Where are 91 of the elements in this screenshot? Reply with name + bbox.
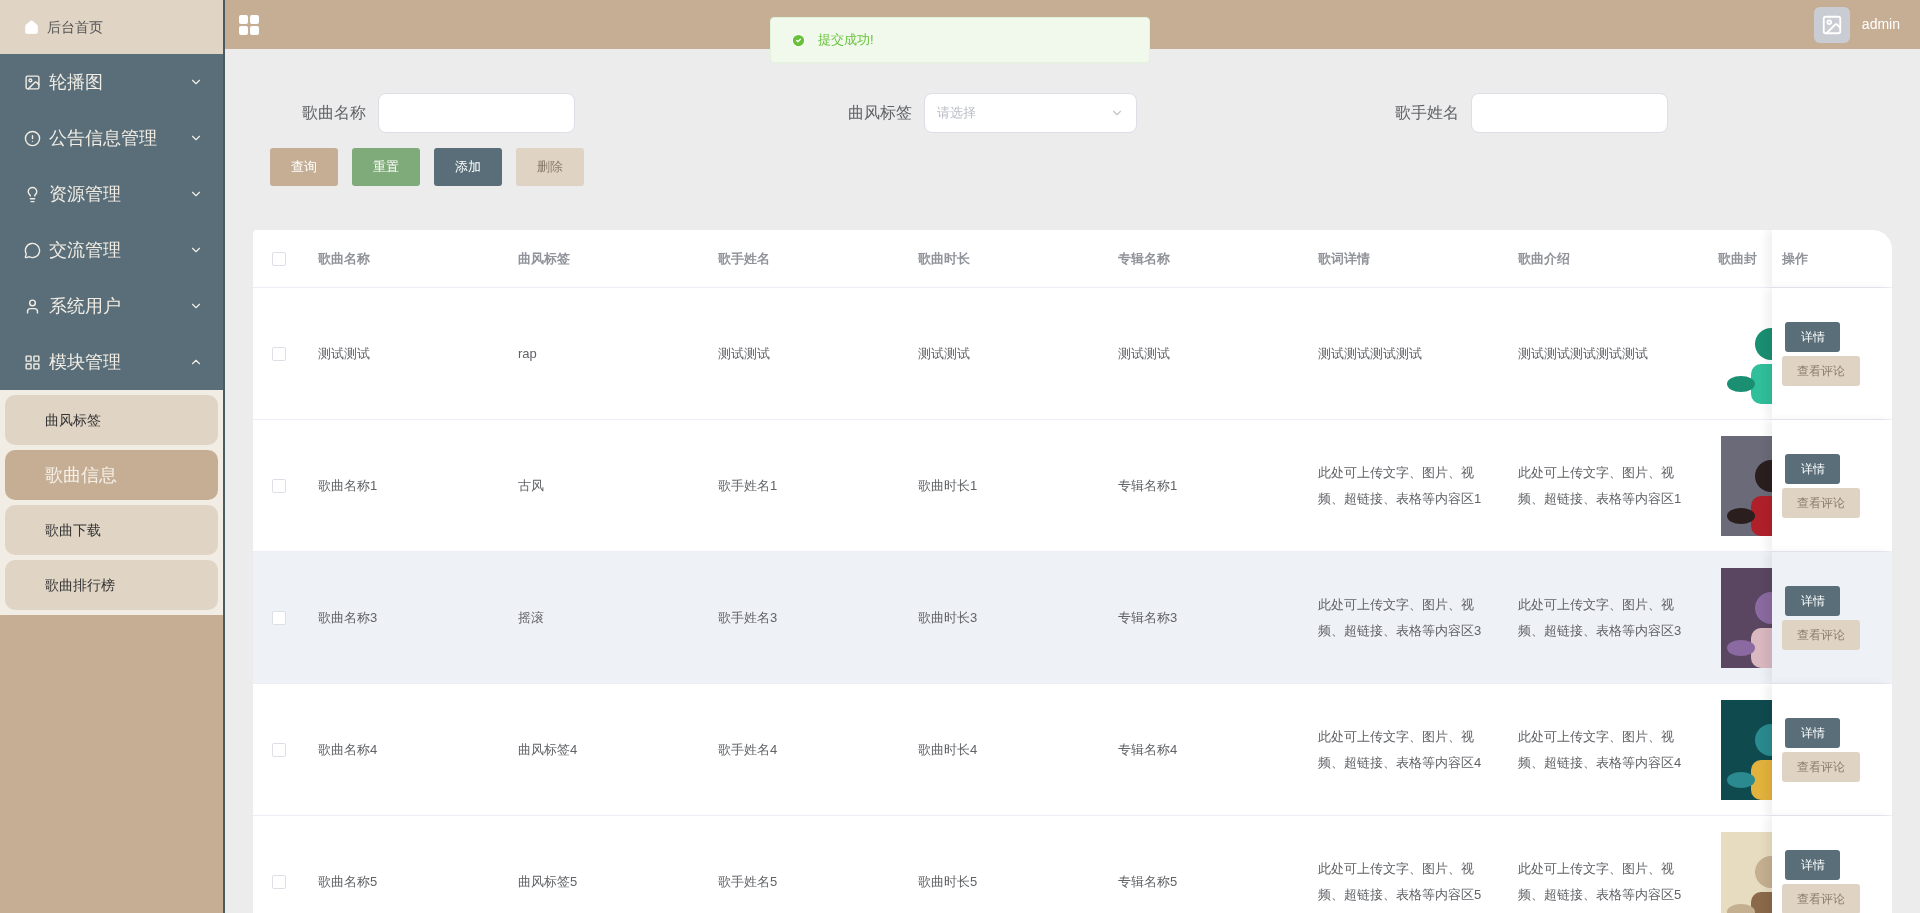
field-label: 曲风标签 — [847, 103, 914, 123]
submenu-item[interactable]: 曲风标签 — [5, 395, 218, 445]
column-header: 曲风标签 — [518, 249, 570, 268]
table-cell-text: 歌手姓名5 — [718, 872, 778, 891]
table-cell-text: 此处可上传文字、图片、视频、超链接、表格等内容区3 — [1318, 595, 1483, 640]
menu-item[interactable]: 资源管理 — [0, 166, 223, 222]
input-field[interactable] — [1470, 93, 1668, 133]
column-header: 歌手姓名 — [718, 249, 770, 268]
table-cell-text: 测试测试 — [918, 344, 970, 363]
checkbox[interactable] — [272, 742, 286, 757]
menu-item[interactable]: 模块管理 — [0, 334, 223, 390]
action-button[interactable]: 添加 — [434, 148, 502, 186]
checkbox[interactable] — [272, 478, 286, 493]
comments-button[interactable]: 查看评论 — [1782, 883, 1860, 913]
input-field[interactable] — [378, 93, 575, 133]
table-cell-text: 测试测试 — [318, 344, 370, 363]
details-button[interactable]: 详情 — [1785, 321, 1840, 352]
details-button[interactable]: 详情 — [1785, 849, 1840, 880]
table-cell-text: 曲风标签4 — [518, 740, 578, 759]
table-cell-text: 此处可上传文字、图片、视频、超链接、表格等内容区4 — [1518, 727, 1683, 772]
table-cell-text: 此处可上传文字、图片、视频、超链接、表格等内容区5 — [1518, 859, 1683, 904]
column-header: 专辑名称 — [1118, 249, 1170, 268]
table-row[interactable]: 歌曲名称1 古风 歌手姓名1 歌曲时长1 专辑名称1 此处可上传文字、图片、视频、超链接、表格等内容区1 此处可上传文字、图片、视频、超链接、表格等内容区1 详情 查看评论 — [253, 420, 1892, 552]
table-cell-text: 此处可上传文字、图片、视频、超链接、表格等内容区3 — [1518, 595, 1683, 640]
submenu-item[interactable]: 歌曲下载 — [5, 505, 218, 555]
toast: 提交成功! — [770, 17, 1150, 63]
table-cell-text: 古风 — [518, 476, 544, 495]
details-button[interactable]: 详情 — [1785, 453, 1840, 484]
details-button[interactable]: 详情 — [1785, 585, 1840, 616]
table-cell-text: 歌手姓名4 — [718, 740, 778, 759]
field-label: 歌手姓名 — [1393, 103, 1460, 123]
table-cell-text: rap — [518, 344, 537, 363]
checkbox[interactable] — [272, 346, 286, 361]
alert-icon — [24, 129, 41, 147]
grid-menu-icon[interactable] — [237, 12, 261, 37]
chat-icon — [24, 241, 41, 259]
table-cell-text: 歌手姓名1 — [718, 476, 778, 495]
comments-button[interactable]: 查看评论 — [1782, 355, 1860, 386]
menu-item[interactable]: 公告信息管理 — [0, 110, 223, 166]
details-button[interactable]: 详情 — [1785, 717, 1840, 748]
grid-icon — [24, 353, 41, 371]
comments-button[interactable]: 查看评论 — [1782, 619, 1860, 650]
column-header: 歌曲时长 — [918, 249, 970, 268]
checkbox[interactable] — [272, 251, 286, 266]
table-row[interactable]: 歌曲名称3 摇滚 歌手姓名3 歌曲时长3 专辑名称3 此处可上传文字、图片、视频、超链接、表格等内容区3 此处可上传文字、图片、视频、超链接、表格等内容区3 详情 查看评论 — [253, 552, 1892, 684]
action-button[interactable]: 重置 — [352, 148, 420, 186]
table-cell-text: 此处可上传文字、图片、视频、超链接、表格等内容区4 — [1318, 727, 1483, 772]
table-row[interactable]: 测试测试 rap 测试测试 测试测试 测试测试 测试测试测试测试 测试测试测试测试测试 详情 查看评论 — [253, 288, 1892, 420]
table-cell-text: 专辑名称5 — [1118, 872, 1178, 891]
table-cell-text: 专辑名称1 — [1118, 476, 1178, 495]
avatar-icon[interactable] — [1813, 6, 1850, 43]
table-cell-text: 歌曲名称3 — [318, 608, 378, 627]
column-header: 歌曲介绍 — [1518, 249, 1570, 268]
table-cell-text: 歌曲时长1 — [918, 476, 978, 495]
table-cell-text: 测试测试 — [718, 344, 770, 363]
comments-button[interactable]: 查看评论 — [1782, 487, 1860, 518]
menu-item[interactable]: 轮播图 — [0, 54, 223, 110]
user-icon — [24, 297, 41, 315]
menu-item[interactable]: 系统用户 — [0, 278, 223, 334]
column-header: 歌词详情 — [1318, 249, 1370, 268]
table-row[interactable]: 歌曲名称4 曲风标签4 歌手姓名4 歌曲时长4 专辑名称4 此处可上传文字、图片、视频、超链接、表格等内容区4 此处可上传文字、图片、视频、超链接、表格等内容区4 详情 查看评论 — [253, 684, 1892, 816]
image-icon — [24, 73, 41, 91]
table-cell-text: 此处可上传文字、图片、视频、超链接、表格等内容区5 — [1318, 859, 1483, 904]
table-cell-text: 测试测试测试测试 — [1318, 344, 1422, 363]
table-cell-text: 歌手姓名3 — [718, 608, 778, 627]
comments-button[interactable]: 查看评论 — [1782, 751, 1860, 782]
table-cell-text: 歌曲名称1 — [318, 476, 378, 495]
checkbox[interactable] — [272, 610, 286, 625]
home-icon — [24, 19, 39, 35]
table-cell-text: 此处可上传文字、图片、视频、超链接、表格等内容区1 — [1318, 463, 1483, 508]
table-cell-text: 曲风标签5 — [518, 872, 578, 891]
table-cell-text: 专辑名称4 — [1118, 740, 1178, 759]
table-cell-text: 摇滚 — [518, 608, 544, 627]
menu-item[interactable]: 交流管理 — [0, 222, 223, 278]
column-header: 操作 — [1782, 249, 1808, 268]
table-cell-text: 歌曲名称4 — [318, 740, 378, 759]
table-cell-text: 此处可上传文字、图片、视频、超链接、表格等内容区1 — [1518, 463, 1683, 508]
table-cell-text: 歌曲时长5 — [918, 872, 978, 891]
field-label: 歌曲名称 — [301, 103, 367, 123]
home-link[interactable]: 后台首页 — [0, 0, 223, 54]
table-cell-text: 测试测试 — [1118, 344, 1170, 363]
checkbox[interactable] — [272, 874, 286, 889]
table-cell-text: 专辑名称3 — [1118, 608, 1178, 627]
table-cell-text: 测试测试测试测试测试 — [1518, 344, 1648, 363]
success-icon — [791, 32, 806, 48]
column-header: 歌曲封 — [1718, 249, 1757, 268]
column-header: 歌曲名称 — [318, 249, 370, 268]
table-cell-text: 歌曲名称5 — [318, 872, 378, 891]
table-cell-text: 歌曲时长4 — [918, 740, 978, 759]
table-cell-text: 歌曲时长3 — [918, 608, 978, 627]
submenu-item[interactable]: 歌曲排行榜 — [5, 560, 218, 610]
